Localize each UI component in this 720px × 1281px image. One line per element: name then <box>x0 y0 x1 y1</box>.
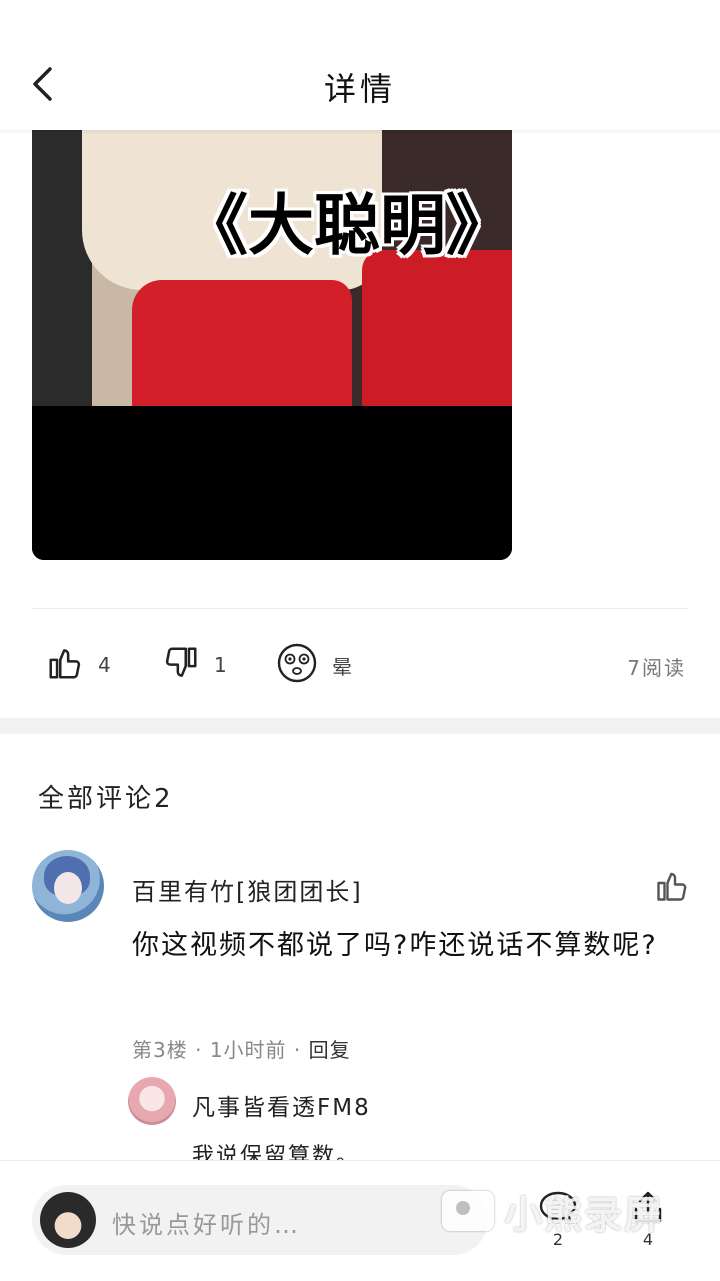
page-title: 详情 <box>323 70 396 108</box>
avatar[interactable] <box>32 850 104 922</box>
comments-title: 全部评论2 <box>38 784 174 814</box>
thumbs-up-icon <box>654 872 690 908</box>
like-button[interactable]: 4 <box>46 640 111 690</box>
divider <box>32 608 688 609</box>
comment-author[interactable]: 百里有竹[狼团团长] <box>132 872 363 907</box>
reply-link[interactable]: 回复 <box>309 1038 351 1062</box>
avatar[interactable] <box>128 1077 176 1125</box>
action-row: 4 1 晕 7阅读 <box>0 640 720 690</box>
comment-input-placeholder: 快说点好听的… <box>112 1211 301 1239</box>
recorder-watermark: 小熊录屏 <box>442 1186 664 1237</box>
camera-icon <box>442 1191 494 1231</box>
section-separator <box>0 718 720 734</box>
dizzy-face-icon <box>276 642 318 688</box>
like-count: 4 <box>98 653 111 677</box>
dislike-count: 1 <box>214 653 227 677</box>
dizzy-label: 晕 <box>332 654 352 679</box>
read-count: 7阅读 <box>627 656 686 680</box>
thumbs-down-icon <box>162 644 200 686</box>
thumbs-up-icon <box>46 644 84 686</box>
reply-author[interactable]: 凡事皆看透FM8 <box>192 1088 371 1122</box>
comment-input[interactable]: 快说点好听的… <box>32 1185 488 1255</box>
dizzy-reaction-button[interactable]: 晕 <box>276 640 352 690</box>
header: 详情 <box>0 0 720 130</box>
avatar <box>40 1192 96 1248</box>
comment-time: 1小时前 <box>209 1038 287 1062</box>
comment-meta: 第3楼 · 1小时前 · 回复 <box>132 1038 351 1062</box>
comment-floor: 第3楼 <box>132 1038 188 1062</box>
comment-like-button[interactable] <box>654 868 690 904</box>
video-black-band <box>32 406 512 560</box>
video-overlay-title: 《大聪明》 <box>182 187 512 264</box>
comment-text: 你这视频不都说了吗?咋还说话不算数呢? <box>132 930 658 961</box>
dislike-button[interactable]: 1 <box>162 640 227 690</box>
video-thumbnail[interactable]: 《大聪明》 <box>32 130 512 560</box>
